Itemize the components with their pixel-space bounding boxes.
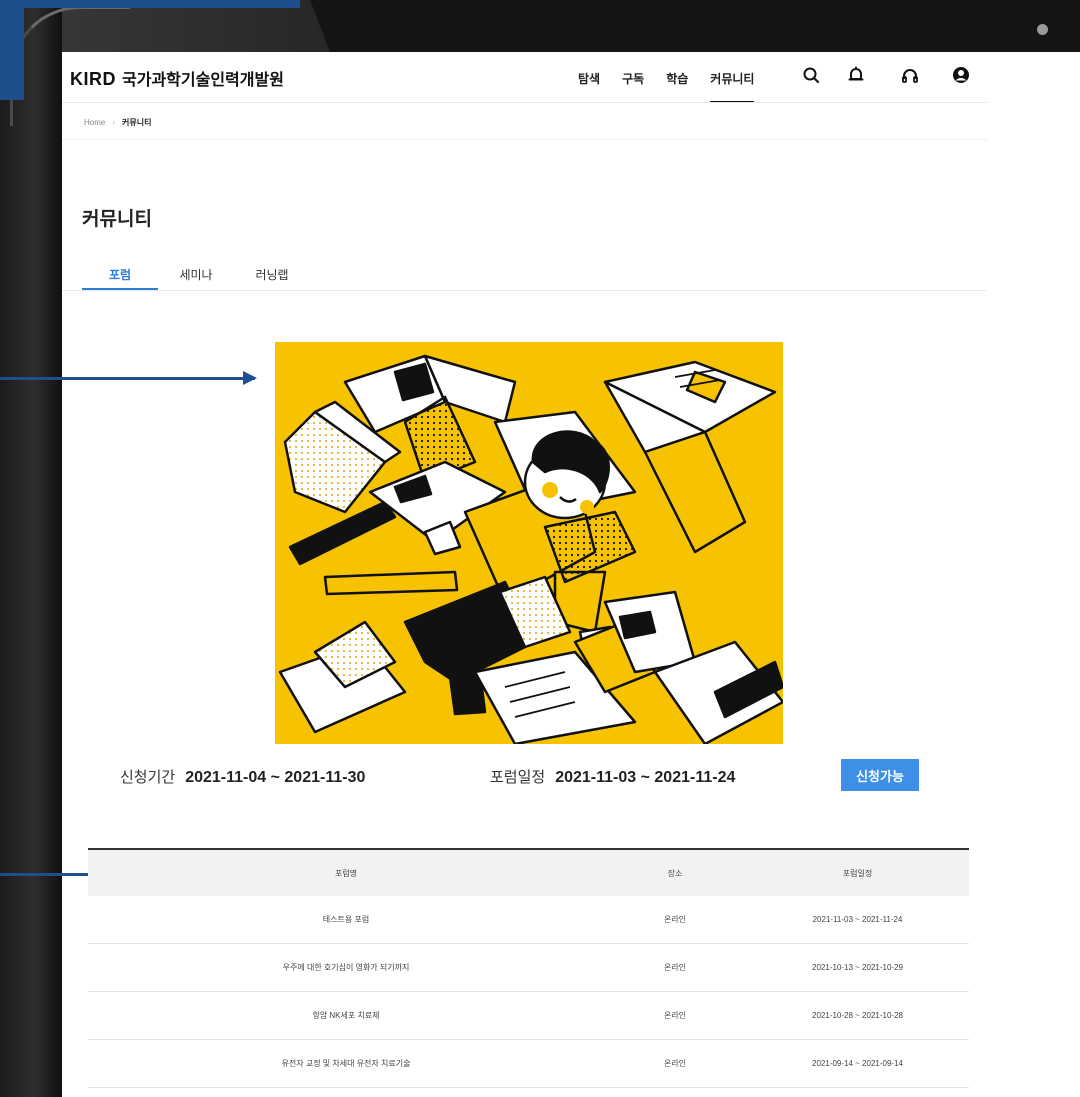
main-nav: 탐색 구독 학습 커뮤니티 [578, 70, 776, 103]
breadcrumb-divider [62, 139, 987, 140]
place-cell: 온라인 [604, 991, 746, 1040]
forum-name-cell[interactable]: 테스트용 포럼 [88, 896, 604, 944]
forum-table: 포럼명 장소 포럼일정 테스트용 포럼 온라인 2021-11-03 ~ 202… [88, 848, 969, 1088]
backdrop-accent-top [0, 0, 300, 8]
breadcrumb-home[interactable]: Home [84, 118, 105, 127]
table-row[interactable]: 유전자 교정 및 차세대 유전자 치료기술 온라인 2021-09-14 ~ 2… [88, 1039, 969, 1088]
device-camera [1037, 24, 1048, 35]
forum-schedule-value: 2021-11-03 ~ 2021-11-24 [555, 769, 736, 786]
apply-period-label: 신청기간 [120, 769, 176, 786]
table-header-row: 포럼명 장소 포럼일정 [88, 849, 969, 896]
logo-brand: KIRD [70, 69, 116, 89]
headphones-icon[interactable] [899, 64, 921, 86]
place-cell: 온라인 [604, 943, 746, 992]
place-cell: 온라인 [604, 896, 746, 944]
forum-schedule-label: 포럼일정 [490, 769, 546, 786]
breadcrumb: Home › 커뮤니티 [84, 117, 151, 128]
site-logo[interactable]: KIRD 국가과학기술인력개발원 [70, 66, 284, 90]
schedule-cell: 2021-10-28 ~ 2021-10-28 [746, 991, 969, 1040]
chevron-right-icon: › [112, 118, 116, 127]
forum-illustration-art [278, 354, 783, 744]
forum-name-cell[interactable]: 유전자 교정 및 차세대 유전자 치료기술 [88, 1039, 604, 1088]
nav-item-explore[interactable]: 탐색 [578, 70, 600, 100]
table-row[interactable]: 항암 NK세포 치료제 온라인 2021-10-28 ~ 2021-10-28 [88, 991, 969, 1040]
user-icon[interactable] [950, 64, 972, 86]
forum-name-cell[interactable]: 우주에 대한 호기심이 영화가 되기까지 [88, 943, 604, 992]
header-divider [62, 102, 987, 103]
column-header-place: 장소 [667, 868, 683, 878]
annotation-arrow-image [0, 371, 257, 385]
backdrop-accent-left [0, 0, 24, 100]
logo-org: 국가과학기술인력개발원 [122, 72, 284, 89]
breadcrumb-current: 커뮤니티 [122, 118, 152, 127]
nav-item-learning[interactable]: 학습 [666, 70, 688, 100]
community-tabs: 포럼 세미나 러닝랩 [82, 266, 310, 290]
device-bezel-left [0, 0, 62, 1097]
bell-icon[interactable] [845, 64, 867, 86]
apply-period-value: 2021-11-04 ~ 2021-11-30 [185, 769, 366, 786]
forum-illustration [275, 342, 783, 744]
apply-period: 신청기간 2021-11-04 ~ 2021-11-30 [120, 766, 365, 787]
page-title: 커뮤니티 [82, 209, 152, 230]
schedule-cell: 2021-10-13 ~ 2021-10-29 [746, 943, 969, 992]
schedule-cell: 2021-11-03 ~ 2021-11-24 [746, 896, 969, 944]
tab-seminar[interactable]: 세미나 [158, 266, 234, 290]
column-header-schedule: 포럼일정 [842, 868, 873, 878]
tab-learning-lab[interactable]: 러닝랩 [234, 266, 310, 290]
column-header-forum-name: 포럼명 [334, 868, 358, 878]
table-row[interactable]: 우주에 대한 호기심이 영화가 되기까지 온라인 2021-10-13 ~ 20… [88, 943, 969, 992]
forum-name-cell[interactable]: 항암 NK세포 치료제 [88, 991, 604, 1040]
schedule-cell: 2021-09-14 ~ 2021-09-14 [746, 1039, 969, 1088]
table-row[interactable]: 테스트용 포럼 온라인 2021-11-03 ~ 2021-11-24 [88, 896, 969, 944]
forum-schedule: 포럼일정 2021-11-03 ~ 2021-11-24 [490, 766, 735, 787]
tab-forum[interactable]: 포럼 [82, 266, 158, 290]
nav-item-subscribe[interactable]: 구독 [622, 70, 644, 100]
nav-item-community[interactable]: 커뮤니티 [710, 70, 755, 103]
place-cell: 온라인 [604, 1039, 746, 1088]
search-icon[interactable] [800, 64, 822, 86]
tabs-divider [62, 290, 987, 291]
apply-available-button[interactable]: 신청가능 [841, 759, 919, 791]
